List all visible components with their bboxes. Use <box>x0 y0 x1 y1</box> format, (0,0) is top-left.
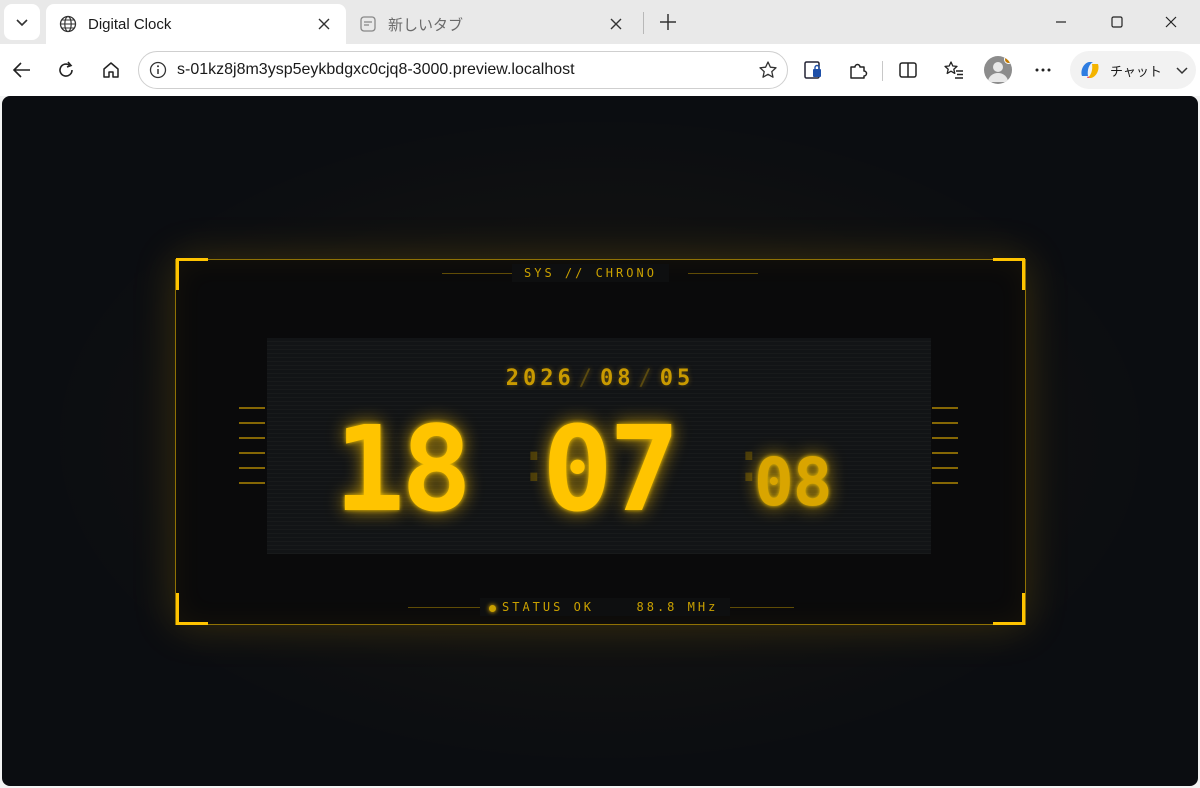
globe-icon <box>58 14 78 34</box>
frame-corner-bottom-right <box>993 593 1025 625</box>
header-label: SYS // CHRONO <box>512 264 669 282</box>
browser-essentials-button[interactable] <box>798 55 828 85</box>
header-rule-left <box>442 273 512 274</box>
close-icon <box>1165 16 1177 28</box>
footer-rule-left <box>408 607 486 608</box>
status-indicator-dot <box>489 605 496 612</box>
minimize-button[interactable] <box>1038 4 1084 40</box>
tab-new-tab[interactable]: 新しいタブ <box>346 4 638 44</box>
extensions-button[interactable] <box>843 55 873 85</box>
close-window-button[interactable] <box>1148 4 1194 40</box>
home-button[interactable] <box>95 54 127 86</box>
favorite-star-icon[interactable] <box>757 59 779 81</box>
new-tab-button[interactable] <box>652 6 684 38</box>
puzzle-icon <box>850 63 868 79</box>
frame-corner-top-left <box>176 258 208 290</box>
clock-time: 18 : 07 : 08 <box>2 400 1198 538</box>
tab-digital-clock[interactable]: Digital Clock <box>46 4 346 44</box>
more-menu-button[interactable] <box>1028 55 1058 85</box>
status-label: STATUS OK <box>502 600 595 614</box>
tab-title: 新しいタブ <box>388 16 464 34</box>
tab-strip: Digital Clock 新しいタブ <box>0 0 1200 44</box>
footer-status-bar: STATUS OK 88.8 MHz <box>480 598 731 616</box>
time-minutes: 07 <box>542 400 680 538</box>
notification-dot <box>1004 56 1012 64</box>
chat-button-label: チャット <box>1110 63 1162 79</box>
date-month: 08 <box>599 366 635 391</box>
close-tab-icon[interactable] <box>606 14 626 34</box>
arrow-left-icon <box>12 62 30 78</box>
clock-date: 2026/08/05 <box>2 366 1198 391</box>
date-day: 05 <box>659 366 695 391</box>
maximize-icon <box>1111 16 1123 28</box>
time-hours: 18 <box>334 400 472 538</box>
time-seconds: 08 <box>754 444 832 521</box>
copilot-chat-button[interactable]: チャット <box>1070 51 1196 89</box>
info-icon[interactable] <box>148 60 168 80</box>
browser-toolbar: s-01kz8j8m3ysp5eykbdgxc0cjq8-3000.previe… <box>0 44 1200 96</box>
tab-divider <box>643 12 644 34</box>
reload-button[interactable] <box>50 54 82 86</box>
maximize-button[interactable] <box>1094 4 1140 40</box>
close-tab-icon[interactable] <box>314 14 334 34</box>
chevron-down-icon <box>1172 60 1192 80</box>
chevron-down-icon <box>16 19 28 27</box>
date-year: 2026 <box>505 366 575 391</box>
favorites-button[interactable] <box>939 55 969 85</box>
home-icon <box>103 62 119 78</box>
tab-title: Digital Clock <box>88 15 172 33</box>
url-text[interactable]: s-01kz8j8m3ysp5eykbdgxc0cjq8-3000.previe… <box>177 61 757 79</box>
more-horizontal-icon <box>1035 68 1051 72</box>
back-button[interactable] <box>6 54 38 86</box>
toolbar-divider <box>882 61 883 81</box>
profile-avatar[interactable] <box>984 56 1012 84</box>
page-viewport: SYS // CHRONO 2026/08/05 18 : 07 : 08 ST… <box>2 96 1198 786</box>
date-separator: / <box>578 366 596 391</box>
address-bar[interactable]: s-01kz8j8m3ysp5eykbdgxc0cjq8-3000.previe… <box>138 51 788 89</box>
frame-corner-top-right <box>993 258 1025 290</box>
reload-icon <box>59 61 73 77</box>
shield-lock-icon <box>804 61 821 79</box>
frequency-label: 88.8 MHz <box>636 600 719 614</box>
frame-corner-bottom-left <box>176 593 208 625</box>
minimize-icon <box>1056 21 1066 23</box>
new-tab-page-icon <box>358 14 378 34</box>
tab-list-button[interactable] <box>4 4 40 40</box>
header-rule-right <box>688 273 758 274</box>
split-screen-icon <box>899 62 917 78</box>
split-screen-button[interactable] <box>893 55 923 85</box>
date-separator: / <box>638 366 656 391</box>
favorites-list-icon <box>944 61 963 79</box>
copilot-logo-icon <box>1081 62 1099 78</box>
plus-icon <box>660 14 676 30</box>
